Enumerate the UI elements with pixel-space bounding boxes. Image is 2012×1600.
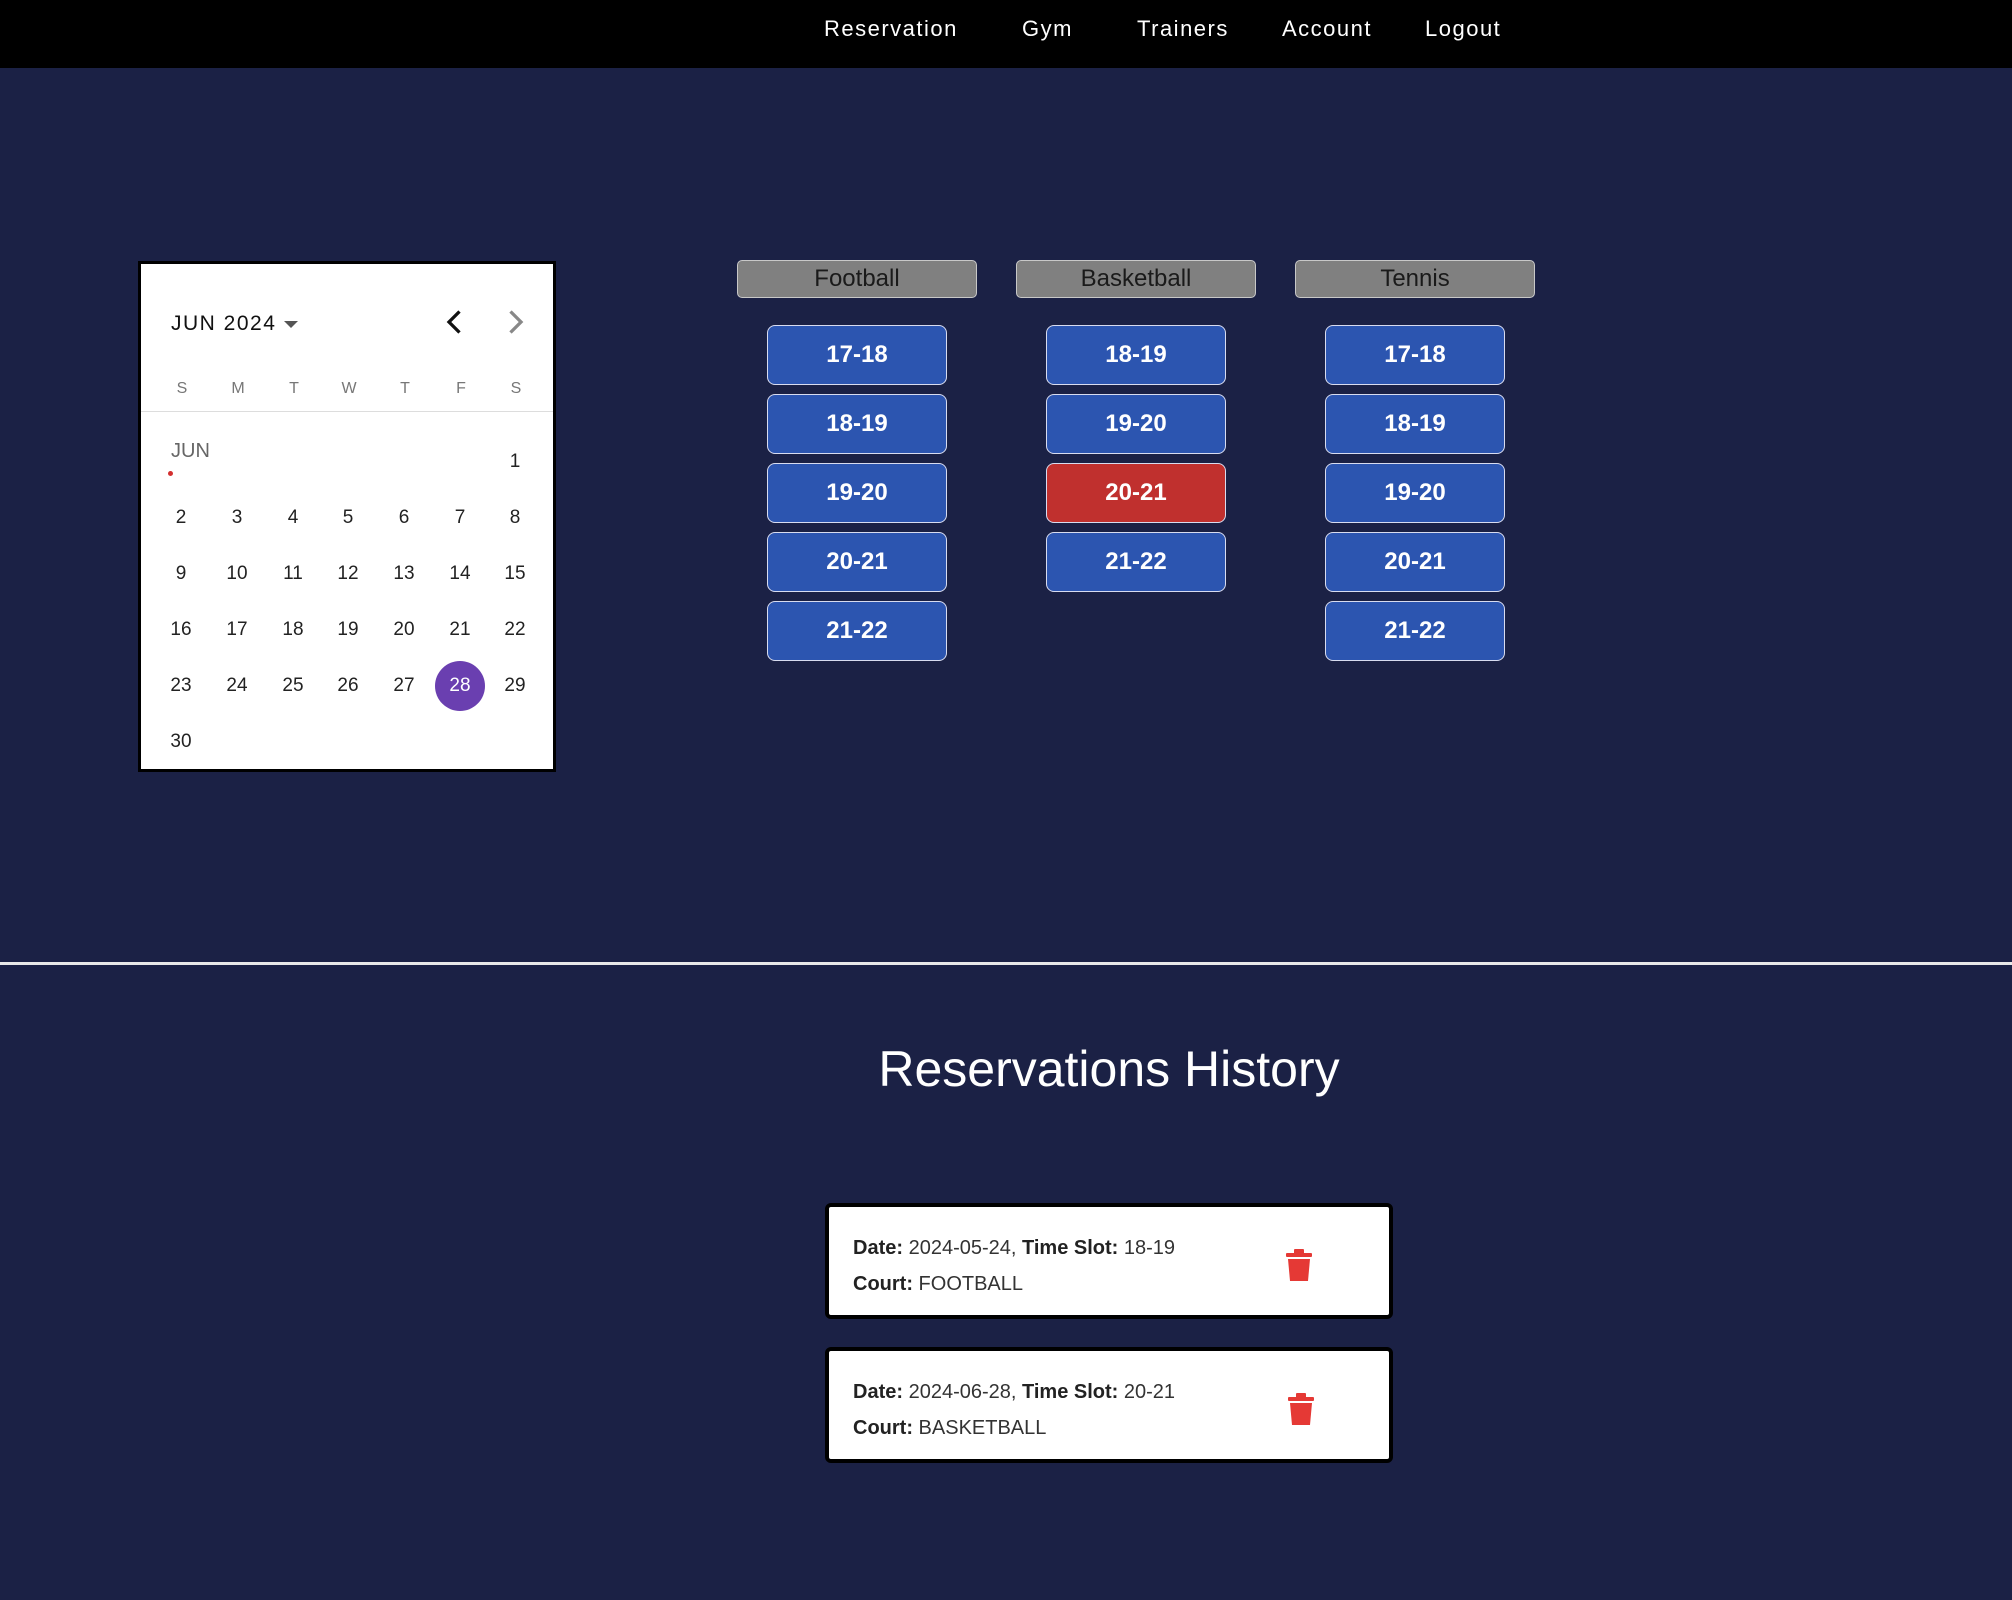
weekday-sun: S <box>176 380 188 397</box>
chevron-left-icon[interactable] <box>437 304 473 340</box>
calendar-day[interactable]: 2 <box>156 493 206 543</box>
calendar-day[interactable]: 20 <box>379 605 429 655</box>
court-label: Court: <box>853 1417 913 1439</box>
month-year-label: JUN 2024 <box>171 312 277 335</box>
court-label: Court: <box>853 1273 913 1295</box>
calendar-day[interactable]: 25 <box>268 661 318 711</box>
time-slot-button[interactable]: 21-22 <box>1325 601 1505 661</box>
history-card: Date: 2024-06-28, Time Slot: 20-21 Court… <box>825 1347 1393 1463</box>
court-header-basketball[interactable]: Basketball <box>1016 260 1256 298</box>
trash-icon[interactable] <box>1288 1393 1314 1425</box>
top-nav: Reservation Gym Trainers Account Logout <box>0 0 2012 68</box>
time-slot-button[interactable]: 21-22 <box>1046 532 1226 592</box>
date-value: 2024-06-28 <box>908 1381 1011 1403</box>
weekday-fri: F <box>456 380 466 397</box>
calendar-day[interactable]: 13 <box>379 549 429 599</box>
calendar-divider <box>141 411 553 412</box>
calendar-day[interactable]: 15 <box>490 549 540 599</box>
calendar-day[interactable]: 3 <box>212 493 262 543</box>
chevron-right-icon[interactable] <box>497 304 533 340</box>
time-slot-button[interactable]: 20-21 <box>767 532 947 592</box>
date-label: Date: <box>853 1237 904 1259</box>
month-year-selector[interactable]: JUN 2024 <box>171 312 299 336</box>
calendar-day[interactable]: 6 <box>379 493 429 543</box>
history-line-date: Date: 2024-06-28, Time Slot: 20-21 <box>853 1381 1176 1403</box>
calendar-day[interactable]: 27 <box>379 661 429 711</box>
history-card: Date: 2024-05-24, Time Slot: 18-19 Court… <box>825 1203 1393 1319</box>
calendar-day[interactable]: 8 <box>490 493 540 543</box>
court-header-tennis[interactable]: Tennis <box>1295 260 1535 298</box>
nav-logout[interactable]: Logout <box>1425 0 1501 58</box>
calendar-day[interactable]: 18 <box>268 605 318 655</box>
calendar-day[interactable]: 11 <box>268 549 318 599</box>
calendar-day[interactable]: 26 <box>323 661 373 711</box>
nav-gym[interactable]: Gym <box>1022 0 1073 58</box>
month-tag: JUN <box>171 440 210 462</box>
today-indicator <box>168 471 173 476</box>
time-slot-button[interactable]: 20-21 <box>1046 463 1226 523</box>
weekday-thu: T <box>400 380 410 397</box>
calendar-day[interactable]: 23 <box>156 661 206 711</box>
calendar-day[interactable]: 14 <box>435 549 485 599</box>
trash-icon[interactable] <box>1286 1249 1312 1281</box>
calendar-day[interactable]: 30 <box>156 717 206 767</box>
weekday-tue: T <box>289 380 299 397</box>
calendar-day[interactable]: 12 <box>323 549 373 599</box>
time-slot-button[interactable]: 19-20 <box>1046 394 1226 454</box>
calendar-day[interactable]: 28 <box>435 661 485 711</box>
nav-trainers[interactable]: Trainers <box>1137 0 1229 58</box>
time-slot-button[interactable]: 20-21 <box>1325 532 1505 592</box>
history-line-court: Court: BASKETBALL <box>853 1417 1046 1440</box>
time-slot-value: 18-19 <box>1123 1237 1176 1259</box>
nav-reservation[interactable]: Reservation <box>824 0 958 58</box>
time-slot-button[interactable]: 21-22 <box>767 601 947 661</box>
calendar-day[interactable]: 16 <box>156 605 206 655</box>
calendar-day[interactable]: 22 <box>490 605 540 655</box>
time-slot-button[interactable]: 17-18 <box>767 325 947 385</box>
history-line-court: Court: FOOTBALL <box>853 1273 1023 1296</box>
court-value: FOOTBALL <box>918 1273 1024 1295</box>
weekday-wed: W <box>341 380 357 397</box>
calendar-day[interactable]: 19 <box>323 605 373 655</box>
court-header-football[interactable]: Football <box>737 260 977 298</box>
time-slot-label: Time Slot: <box>1022 1381 1119 1403</box>
time-slot-button[interactable]: 17-18 <box>1325 325 1505 385</box>
calendar-day[interactable]: 10 <box>212 549 262 599</box>
court-value: BASKETBALL <box>918 1417 1047 1439</box>
nav-account[interactable]: Account <box>1282 0 1372 58</box>
time-slot-value: 20-21 <box>1123 1381 1176 1403</box>
time-slot-button[interactable]: 18-19 <box>767 394 947 454</box>
date-value: 2024-05-24 <box>908 1237 1011 1259</box>
weekday-sat: S <box>510 380 522 397</box>
calendar-day[interactable]: 4 <box>268 493 318 543</box>
calendar-day[interactable]: 29 <box>490 661 540 711</box>
calendar-day[interactable]: 9 <box>156 549 206 599</box>
time-slot-label: Time Slot: <box>1022 1237 1119 1259</box>
calendar-day[interactable]: 24 <box>212 661 262 711</box>
date-label: Date: <box>853 1381 904 1403</box>
time-slot-button[interactable]: 19-20 <box>767 463 947 523</box>
time-slot-button[interactable]: 18-19 <box>1046 325 1226 385</box>
calendar-day[interactable]: 5 <box>323 493 373 543</box>
history-title: Reservations History <box>878 1041 1340 1097</box>
time-slot-button[interactable]: 19-20 <box>1325 463 1505 523</box>
calendar-day[interactable]: 21 <box>435 605 485 655</box>
calendar-day[interactable]: 7 <box>435 493 485 543</box>
calendar-day[interactable]: 17 <box>212 605 262 655</box>
section-divider <box>0 962 2012 965</box>
date-calendar: JUN 2024 S M T W T F S JUN 1 2 3 4 5 6 7 8 9 10 11… <box>138 261 556 772</box>
time-slot-button[interactable]: 18-19 <box>1325 394 1505 454</box>
history-line-date: Date: 2024-05-24, Time Slot: 18-19 <box>853 1237 1176 1259</box>
calendar-day[interactable]: 1 <box>490 437 540 487</box>
caret-down-icon <box>284 320 299 328</box>
weekday-mon: M <box>231 380 245 397</box>
